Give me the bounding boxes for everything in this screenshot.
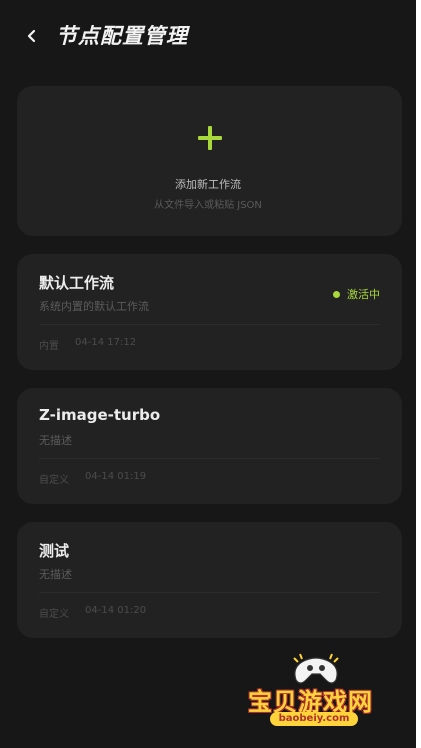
plus-icon [197,126,222,150]
app-screen: 节点配置管理 添加新工作流 从文件导入或粘贴 JSON 默认工作流 系统内置的默… [0,0,416,748]
workflow-type: 内置 [39,341,59,352]
workflow-date: 04-14 01:19 [85,471,147,482]
workflow-type: 自定义 [39,475,69,486]
workflow-description: 无描述 [39,568,72,581]
status-dot-icon [333,290,340,298]
workflow-name: 测试 [39,542,70,560]
chevron-left-icon [27,29,36,43]
header: 节点配置管理 [0,18,416,54]
divider [39,458,380,459]
workflow-description: 无描述 [39,434,72,447]
workflow-card-test[interactable]: 测试 无描述 自定义 04-14 01:20 [17,522,402,638]
watermark: 宝贝游戏网 baobeiy.com [240,652,392,732]
divider [39,592,380,593]
workflow-meta: 自定义 04-14 01:20 [39,605,146,620]
workflow-name: Z-image-turbo [39,406,161,424]
workflow-card-default[interactable]: 默认工作流 系统内置的默认工作流 激活中 内置 04-14 17:12 [17,254,402,370]
workflow-meta: 内置 04-14 17:12 [39,337,136,352]
status-label: 激活中 [347,288,380,301]
workflow-date: 04-14 17:12 [75,337,137,348]
workflow-name: 默认工作流 [39,274,115,292]
page-title: 节点配置管理 [56,24,188,48]
add-workflow-subtitle: 从文件导入或粘贴 JSON [154,200,262,211]
workflow-meta: 自定义 04-14 01:19 [39,471,146,486]
watermark-url: baobeiy.com [270,712,358,726]
divider [39,324,380,325]
add-workflow-title: 添加新工作流 [175,178,241,191]
status-badge: 激活中 [333,286,380,302]
workflow-type: 自定义 [39,609,69,620]
back-button[interactable] [22,24,42,48]
workflow-card-z-image-turbo[interactable]: Z-image-turbo 无描述 自定义 04-14 01:19 [17,388,402,504]
workflow-date: 04-14 01:20 [85,605,147,616]
add-workflow-card[interactable] [17,86,402,236]
workflow-description: 系统内置的默认工作流 [39,300,149,313]
